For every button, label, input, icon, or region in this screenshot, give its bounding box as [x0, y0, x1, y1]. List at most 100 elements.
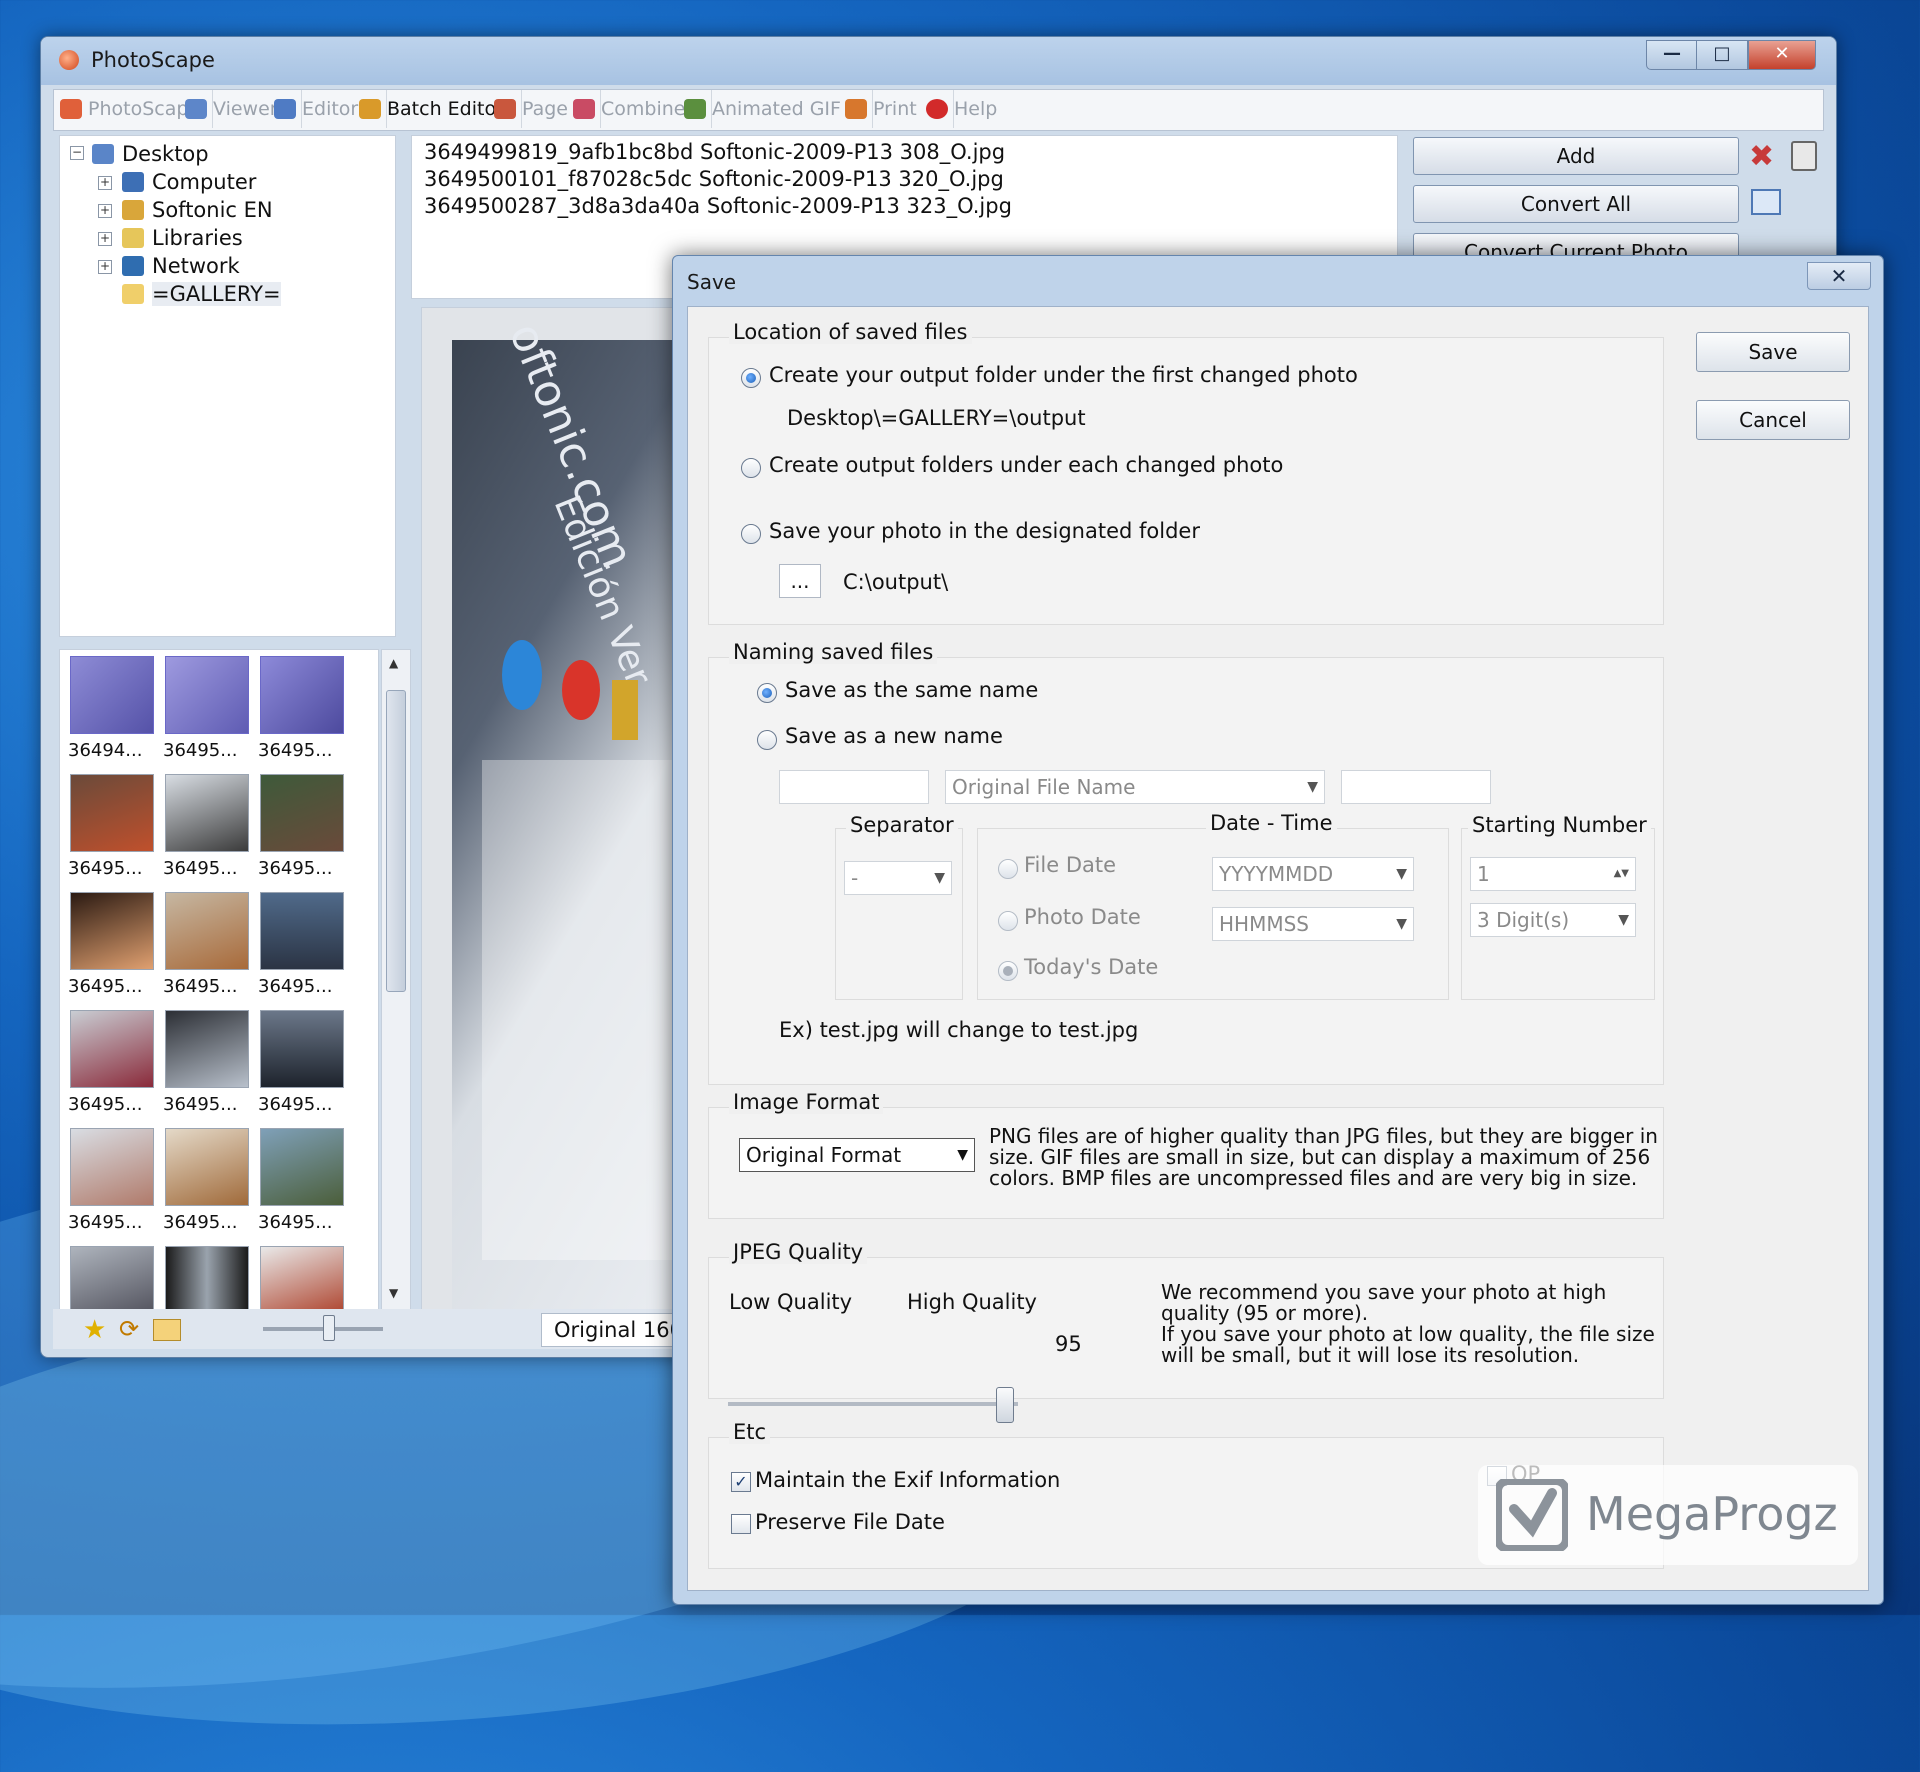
- thumbnail-item[interactable]: 36495...: [163, 1122, 249, 1233]
- add-button[interactable]: Add: [1413, 137, 1739, 175]
- digits-select[interactable]: 3 Digit(s) ▼: [1470, 903, 1636, 937]
- file-date-label[interactable]: File Date: [1024, 853, 1116, 877]
- close-button[interactable]: ✕: [1748, 40, 1816, 70]
- file-date-radio[interactable]: [998, 859, 1018, 879]
- suffix-input[interactable]: [1341, 770, 1491, 804]
- thumbnail-item[interactable]: 36495...: [163, 886, 249, 997]
- watermark-text: MegaProgz: [1586, 1487, 1838, 1541]
- output-each-photo-radio[interactable]: [741, 458, 761, 478]
- star-icon[interactable]: ★: [83, 1315, 106, 1345]
- output-first-photo-label[interactable]: Create your output folder under the firs…: [769, 363, 1358, 387]
- thumbnail-scrollbar[interactable]: ▲ ▼: [381, 649, 411, 1311]
- thumbnail-item[interactable]: [68, 1240, 154, 1310]
- tree-item-computer[interactable]: Computer: [122, 170, 256, 194]
- tree-item-desktop[interactable]: Desktop: [92, 142, 209, 166]
- jpeg-quality-group: JPEG Quality Low Quality High Quality 95…: [708, 1240, 1664, 1399]
- tree-item-softonic-en[interactable]: Softonic EN: [122, 198, 273, 222]
- separator-select[interactable]: - ▼: [844, 861, 952, 895]
- thumbnail-item[interactable]: 36495...: [68, 1122, 154, 1233]
- photo-date-radio[interactable]: [998, 911, 1018, 931]
- scroll-up-arrow-icon[interactable]: ▲: [389, 656, 398, 670]
- file-list-item[interactable]: 3649500287_3d8a3da40a Softonic-2009-P13 …: [424, 194, 1012, 218]
- thumbnail-item[interactable]: 36495...: [68, 1004, 154, 1115]
- save-button[interactable]: Save: [1696, 332, 1850, 372]
- thumbnail-item[interactable]: 36495...: [163, 768, 249, 879]
- name-source-select[interactable]: Original File Name ▼: [945, 770, 1325, 804]
- thumbnail-item[interactable]: 36495...: [68, 886, 154, 997]
- preserve-file-date-checkbox[interactable]: [731, 1514, 751, 1534]
- designated-folder-label[interactable]: Save your photo in the designated folder: [769, 519, 1200, 543]
- date-format-select[interactable]: YYYYMMDD ▼: [1212, 857, 1414, 891]
- dialog-close-button[interactable]: ✕: [1807, 262, 1871, 290]
- output-first-photo-radio[interactable]: [741, 368, 761, 388]
- thumbnail-item[interactable]: [163, 1240, 249, 1310]
- thumbnail-item[interactable]: 36495...: [68, 768, 154, 879]
- rotate-icon[interactable]: ⟳: [119, 1315, 139, 1343]
- save-dialog: Save ✕ Save Cancel Location of saved fil…: [672, 255, 1884, 1605]
- photo-date-label[interactable]: Photo Date: [1024, 905, 1141, 929]
- list-view-icon[interactable]: [1751, 189, 1781, 215]
- user-folder-icon: [122, 200, 144, 220]
- expand-toggle[interactable]: +: [98, 232, 112, 246]
- todays-date-radio[interactable]: [998, 961, 1018, 981]
- output-each-photo-label[interactable]: Create output folders under each changed…: [769, 453, 1283, 477]
- open-folder-icon[interactable]: [153, 1319, 181, 1341]
- remove-icon[interactable]: ✖: [1749, 139, 1774, 174]
- maintain-exif-label[interactable]: Maintain the Exif Information: [755, 1468, 1060, 1492]
- megaprogz-logo-icon: [1496, 1479, 1568, 1551]
- thumbnail-grid: 36494... 36495... 36495... 36495... 3649…: [59, 649, 379, 1311]
- expand-toggle[interactable]: +: [98, 204, 112, 218]
- naming-heading: Naming saved files: [729, 640, 938, 664]
- minimize-button[interactable]: —: [1646, 40, 1698, 70]
- jpeg-quality-slider-handle[interactable]: [995, 1387, 1014, 1423]
- thumbnail-size-slider-handle[interactable]: [323, 1315, 335, 1341]
- maximize-button[interactable]: □: [1696, 40, 1748, 70]
- tab-help[interactable]: Help: [920, 90, 1034, 128]
- same-name-radio[interactable]: [757, 683, 777, 703]
- thumbnail-item[interactable]: 36495...: [258, 650, 344, 761]
- file-list-item[interactable]: 3649499819_9afb1bc8bd Softonic-2009-P13 …: [424, 140, 1005, 164]
- trash-icon[interactable]: [1791, 141, 1817, 171]
- network-icon: [122, 256, 144, 276]
- thumbnail-item[interactable]: 36495...: [163, 1004, 249, 1115]
- maintain-exif-checkbox[interactable]: ✓: [731, 1472, 751, 1492]
- new-name-radio[interactable]: [757, 730, 777, 750]
- todays-date-label[interactable]: Today's Date: [1024, 955, 1158, 979]
- scrollbar-thumb[interactable]: [386, 690, 406, 992]
- designated-folder-radio[interactable]: [741, 524, 761, 544]
- thumbnail-item[interactable]: 36495...: [258, 768, 344, 879]
- tree-item-gallery[interactable]: =GALLERY=: [122, 282, 281, 306]
- expand-toggle[interactable]: +: [98, 176, 112, 190]
- prefix-input[interactable]: [779, 770, 929, 804]
- folder-tree: − Desktop + Computer + Softonic EN + Lib…: [59, 135, 396, 637]
- image-format-select[interactable]: Original Format ▼: [739, 1138, 975, 1172]
- browse-folder-button[interactable]: ...: [779, 564, 821, 598]
- thumbnail-item[interactable]: 36495...: [163, 650, 249, 761]
- preserve-file-date-label[interactable]: Preserve File Date: [755, 1510, 945, 1534]
- thumbnail-item[interactable]: 36495...: [258, 1122, 344, 1233]
- image-format-heading: Image Format: [729, 1090, 884, 1114]
- tree-item-network[interactable]: Network: [122, 254, 240, 278]
- time-format-select[interactable]: HHMMSS ▼: [1212, 907, 1414, 941]
- starting-number-input[interactable]: 1 ▲▼: [1470, 857, 1636, 891]
- cancel-button[interactable]: Cancel: [1696, 400, 1850, 440]
- spinner-arrows-icon[interactable]: ▲▼: [1614, 858, 1629, 890]
- jpeg-quality-slider[interactable]: [728, 1402, 1018, 1406]
- same-name-label[interactable]: Save as the same name: [785, 678, 1038, 702]
- file-list-item[interactable]: 3649500101_f87028c5dc Softonic-2009-P13 …: [424, 167, 1004, 191]
- collapse-toggle[interactable]: −: [70, 146, 84, 160]
- title-bar[interactable]: PhotoScape — □ ✕: [41, 37, 1836, 85]
- scroll-down-arrow-icon[interactable]: ▼: [389, 1286, 398, 1300]
- dialog-body: Save Cancel Location of saved files Crea…: [687, 306, 1869, 1591]
- thumbnail-item[interactable]: 36495...: [258, 1004, 344, 1115]
- thumbnail-item[interactable]: [258, 1240, 344, 1310]
- tree-item-libraries[interactable]: Libraries: [122, 226, 243, 250]
- thumbnail-item[interactable]: 36494...: [68, 650, 154, 761]
- location-group: Location of saved files Create your outp…: [708, 320, 1664, 625]
- convert-all-button[interactable]: Convert All: [1413, 185, 1739, 223]
- thumbnail-item[interactable]: 36495...: [258, 886, 344, 997]
- new-name-label[interactable]: Save as a new name: [785, 724, 1003, 748]
- photoscape-app-icon: [59, 50, 79, 70]
- help-icon: [926, 99, 948, 119]
- expand-toggle[interactable]: +: [98, 260, 112, 274]
